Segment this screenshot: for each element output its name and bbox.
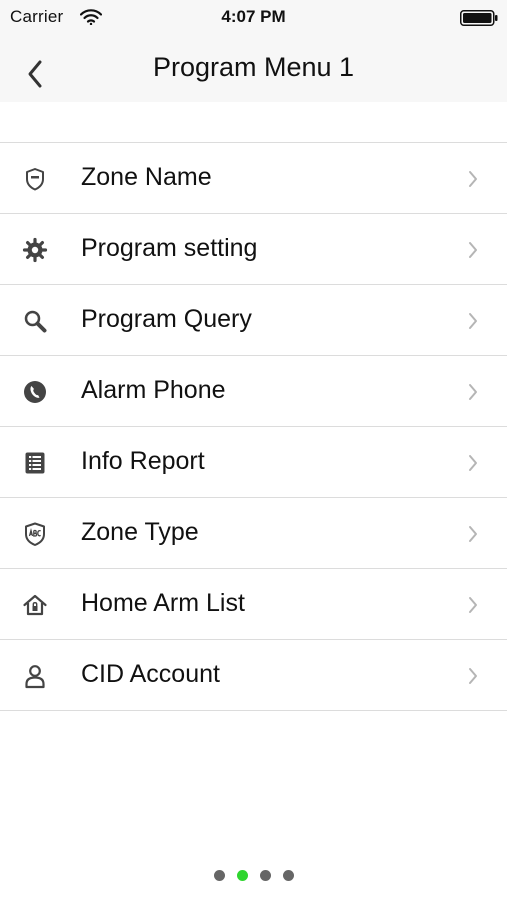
page-dot[interactable] (236, 870, 248, 881)
menu-item-label: Zone Type (81, 518, 199, 546)
chevron-right-icon (469, 455, 477, 471)
shield-icon (26, 168, 44, 191)
status-time: 4:07 PM (221, 7, 286, 26)
menu-item-program-query[interactable]: Program Query (0, 285, 507, 356)
menu-item-label: Info Report (81, 447, 205, 475)
menu-item-cid-account[interactable]: CID Account (0, 640, 507, 711)
chevron-right-icon (469, 313, 477, 329)
search-icon (24, 310, 47, 333)
chevron-right-icon (469, 526, 477, 542)
gear-icon (22, 237, 48, 263)
menu-item-label: Alarm Phone (81, 376, 226, 404)
menu-list: Zone Name Program setting Program Query (0, 142, 507, 711)
menu-item-label: Program setting (81, 234, 258, 262)
battery-icon (460, 10, 498, 26)
user-icon (25, 665, 45, 689)
chevron-right-icon (469, 597, 477, 613)
menu-item-label: Zone Name (81, 163, 212, 191)
home-icon (23, 594, 47, 616)
menu-item-label: Home Arm List (81, 589, 245, 617)
page-dot[interactable] (213, 870, 225, 881)
list-icon (25, 452, 45, 474)
abc-shield-icon (25, 522, 45, 546)
page-dot[interactable] (259, 870, 271, 881)
menu-item-alarm-phone[interactable]: Alarm Phone (0, 356, 507, 427)
nav-bar: Program Menu 1 (0, 36, 507, 102)
page-dot[interactable] (282, 870, 294, 881)
menu-item-label: CID Account (81, 660, 220, 688)
menu-item-home-arm-list[interactable]: Home Arm List (0, 569, 507, 640)
chevron-right-icon (469, 384, 477, 400)
chevron-right-icon (469, 668, 477, 684)
menu-item-zone-type[interactable]: Zone Type (0, 498, 507, 569)
status-bar: Carrier 4:07 PM (0, 0, 507, 36)
page-indicator (0, 868, 507, 884)
menu-item-zone-name[interactable]: Zone Name (0, 143, 507, 214)
page-title: Program Menu 1 (152, 52, 355, 82)
menu-item-label: Program Query (81, 305, 252, 333)
phone-icon (24, 381, 46, 403)
chevron-right-icon (469, 242, 477, 258)
chevron-right-icon (469, 171, 477, 187)
menu-item-info-report[interactable]: Info Report (0, 427, 507, 498)
menu-item-program-setting[interactable]: Program setting (0, 214, 507, 285)
